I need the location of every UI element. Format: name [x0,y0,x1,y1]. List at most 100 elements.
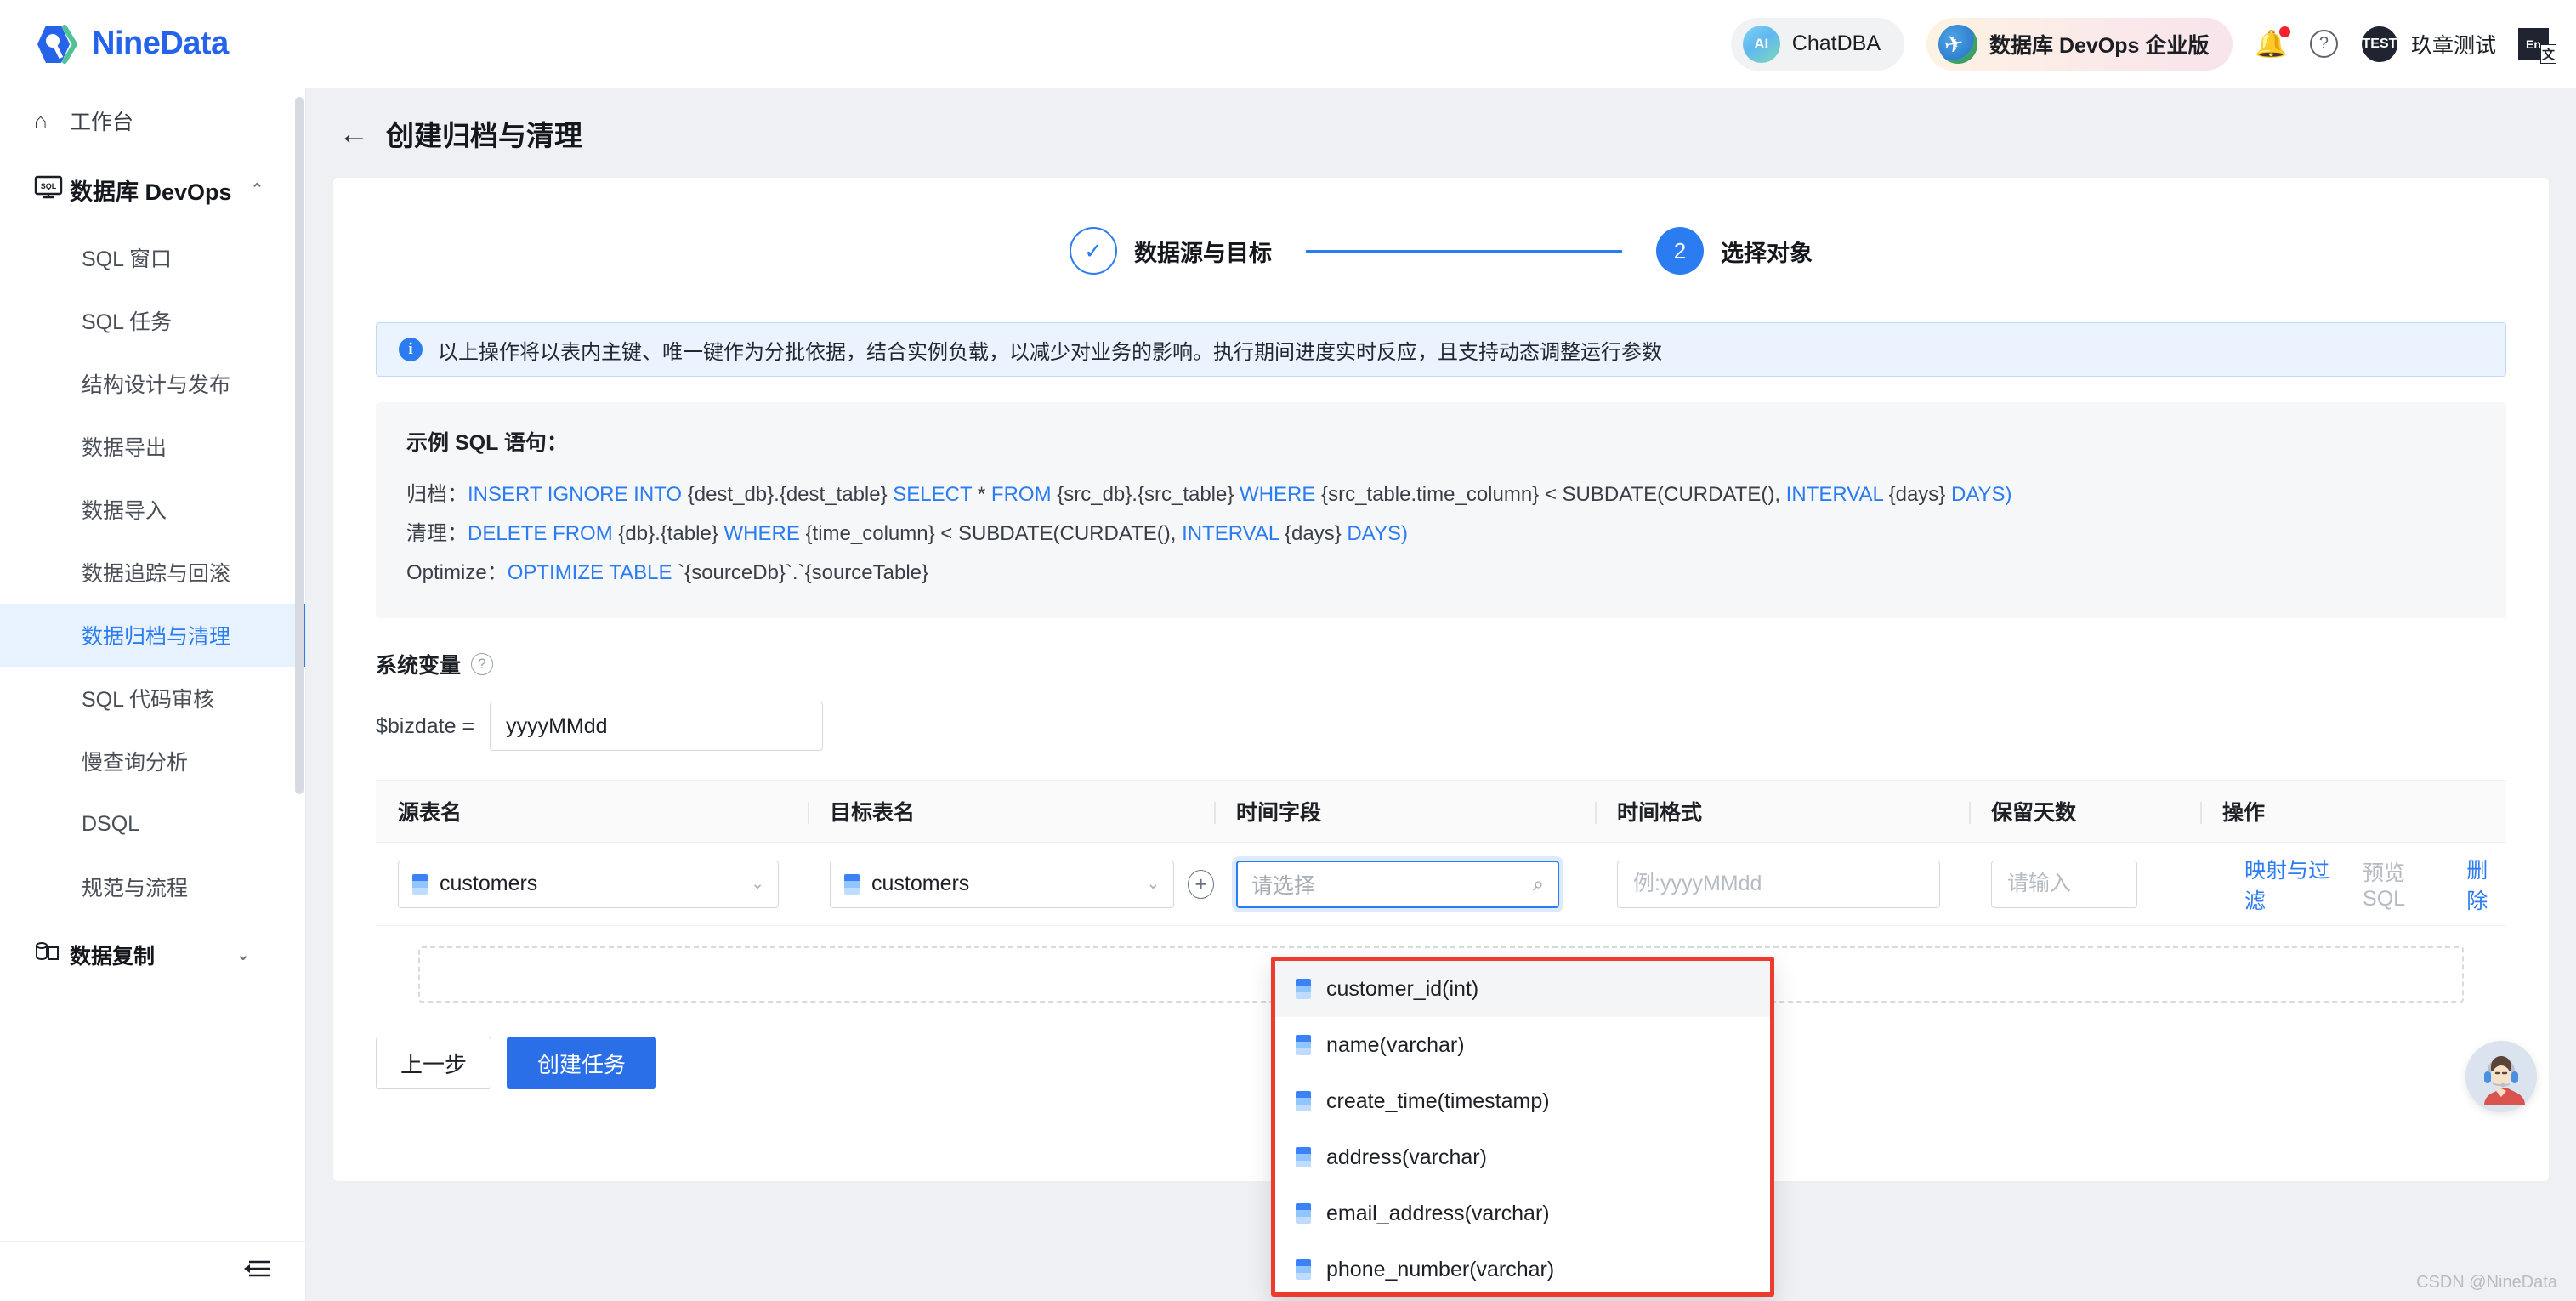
sql-clean-line: 清理：DELETE FROM {db}.{table} WHERE {time_… [406,514,2476,554]
sql-example-box: 示例 SQL 语句： 归档：INSERT IGNORE INTO {dest_d… [376,402,2506,618]
delete-row-link[interactable]: 删除 [2466,854,2506,915]
sidebar-item-sql-window[interactable]: SQL 窗口 [0,226,305,289]
dropdown-option[interactable]: customer_id(int) [1275,961,1770,1017]
dropdown-option[interactable]: name(varchar) [1275,1017,1770,1073]
sidebar-item-label: SQL 任务 [82,305,172,336]
create-task-button[interactable]: 创建任务 [507,1037,656,1089]
sql-keyword: INTERVAL [1786,483,1883,506]
previous-step-button[interactable]: 上一步 [376,1037,491,1089]
step-2-number: 2 [1656,227,1704,275]
devops-edition-button[interactable]: ✈ 数据库 DevOps 企业版 [1926,18,2233,71]
sidebar-item-standards[interactable]: 规范与流程 [0,855,305,918]
target-table-select[interactable]: customers ⌄ [830,861,1174,908]
preview-sql-link[interactable]: 预览 SQL [2363,856,2448,912]
column-header-source-table: 源表名 [376,781,808,842]
globe-plane-icon: ✈ [1938,25,1977,64]
sidebar-item-label: 工作台 [70,105,133,136]
user-menu[interactable]: TEST 玖章测试 [2360,25,2496,64]
time-field-dropdown-panel[interactable]: customer_id(int) name(varchar) create_ti… [1271,957,1774,1297]
sidebar-group-label: 数据库 DevOps [70,173,232,207]
add-target-icon[interactable]: + [1188,870,1214,899]
time-field-select[interactable]: 请选择 ⌕ [1236,861,1559,908]
sql-keyword: INTERVAL [1182,522,1279,545]
sql-optimize-statement: OPTIMIZE TABLE `{sourceDb}`.`{sourceTabl… [508,561,928,584]
sql-keyword: OPTIMIZE TABLE [508,561,672,584]
source-table-select[interactable]: customers ⌄ [398,861,779,908]
sql-text: {src_db}.{src_table} [1052,483,1240,506]
info-icon: i [399,338,423,361]
column-header-actions: 操作 [2200,781,2506,842]
step-2-select-objects[interactable]: 2 选择对象 [1656,227,1813,275]
sidebar-item-label: 数据导入 [82,494,167,525]
sidebar-group-devops[interactable]: SQL 数据库 DevOps ⌃ [0,153,305,226]
sql-clean-statement: DELETE FROM {db}.{table} WHERE {time_col… [468,522,1408,545]
keep-days-input[interactable] [1991,861,2137,908]
dropdown-option[interactable]: email_address(varchar) [1275,1185,1770,1241]
column-icon [1296,1259,1311,1280]
sidebar-item-workbench[interactable]: ⌂ 工作台 [0,88,305,153]
sidebar-item-sql-task[interactable]: SQL 任务 [0,289,305,352]
dropdown-option[interactable]: address(varchar) [1275,1129,1770,1185]
sql-text: * [972,483,991,506]
sql-text: {dest_db}.{dest_table} [682,483,893,506]
dropdown-option-label: create_time(timestamp) [1326,1089,1550,1114]
bizdate-input[interactable] [490,702,823,751]
help-icon[interactable]: ? [2310,30,2338,58]
mapping-filter-link[interactable]: 映射与过滤 [2244,854,2344,915]
step-1-label: 数据源与目标 [1134,235,1272,268]
collapse-sidebar-icon[interactable] [242,1258,271,1287]
step-1-datasource[interactable]: ✓ 数据源与目标 [1070,227,1272,275]
dropdown-option[interactable]: create_time(timestamp) [1275,1073,1770,1129]
brand-logo-area[interactable]: NineData [32,20,229,68]
sidebar-item-slow-query[interactable]: 慢查询分析 [0,730,305,793]
sql-text: {days} [1279,522,1347,545]
sidebar-item-data-tracking[interactable]: 数据追踪与回滚 [0,541,305,604]
brand-name: NineData [92,26,229,62]
sql-keyword: DELETE FROM [468,522,613,545]
table-row: customers ⌄ customers ⌄ + 请选择 ⌕ [376,843,2506,926]
step-indicator: ✓ 数据源与目标 2 选择对象 [333,178,2549,275]
sidebar-item-sql-review[interactable]: SQL 代码审核 [0,667,305,730]
column-header-time-field: 时间字段 [1214,781,1595,842]
chatdba-button[interactable]: AI ChatDBA [1731,18,1904,71]
sql-archive-statement: INSERT IGNORE INTO {dest_db}.{dest_table… [468,483,2012,506]
sql-text: {db}.{table} [613,522,724,545]
sidebar-group-replication[interactable]: 数据复制 ⌄ [0,918,305,991]
bizdate-label: $bizdate = [376,714,474,739]
notification-bell-button[interactable]: 🔔 [2255,28,2288,60]
ninedata-logo-icon [32,20,80,68]
sidebar-item-schema-design[interactable]: 结构设计与发布 [0,352,305,415]
sidebar-item-data-import[interactable]: 数据导入 [0,478,305,541]
question-mark-icon[interactable]: ? [471,653,493,675]
step-connector-line [1306,250,1622,253]
table-icon [412,874,428,895]
cell-time-field: 请选择 ⌕ [1214,861,1595,908]
chevron-up-icon: ⌃ [251,180,264,200]
sidebar-scrollbar[interactable] [295,97,304,794]
table-header-row: 源表名 目标表名 时间字段 时间格式 保留天数 操作 [376,780,2506,843]
home-icon: ⌂ [34,108,70,134]
ai-icon: AI [1743,26,1780,63]
time-field-placeholder: 请选择 [1251,869,1533,900]
sidebar-item-label: 数据归档与清理 [82,620,230,650]
sql-keyword: INSERT IGNORE INTO [468,483,682,506]
app-root: NineData AI ChatDBA ✈ 数据库 DevOps 企业版 🔔 ?… [0,0,2576,1301]
sidebar: ⌂ 工作台 SQL 数据库 DevOps ⌃ SQL 窗口 SQL 任务 结构设… [0,88,306,1301]
sql-text: {src_table.time_column} < SUBDATE(CURDAT… [1315,483,1785,506]
language-switch-icon[interactable]: En [2518,28,2549,60]
sidebar-item-data-archive[interactable]: 数据归档与清理 [0,604,305,667]
back-arrow-icon[interactable]: ← [338,116,369,151]
sidebar-item-dsql[interactable]: DSQL [0,793,305,855]
user-name: 玖章测试 [2411,29,2496,60]
time-format-input[interactable] [1617,861,1940,908]
sidebar-item-data-export[interactable]: 数据导出 [0,415,305,478]
watermark: CSDN @NineData [2416,1273,2557,1292]
dropdown-option[interactable]: phone_number(varchar) [1275,1241,1770,1297]
dropdown-option-label: email_address(varchar) [1326,1202,1550,1226]
dropdown-option-label: customer_id(int) [1326,977,1478,1002]
sidebar-scroll-area: ⌂ 工作台 SQL 数据库 DevOps ⌃ SQL 窗口 SQL 任务 结构设… [0,88,305,1241]
column-header-target-table: 目标表名 [808,781,1214,842]
column-icon [1296,1035,1311,1055]
customer-support-button[interactable] [2465,1041,2537,1112]
notification-dot [2279,26,2290,37]
